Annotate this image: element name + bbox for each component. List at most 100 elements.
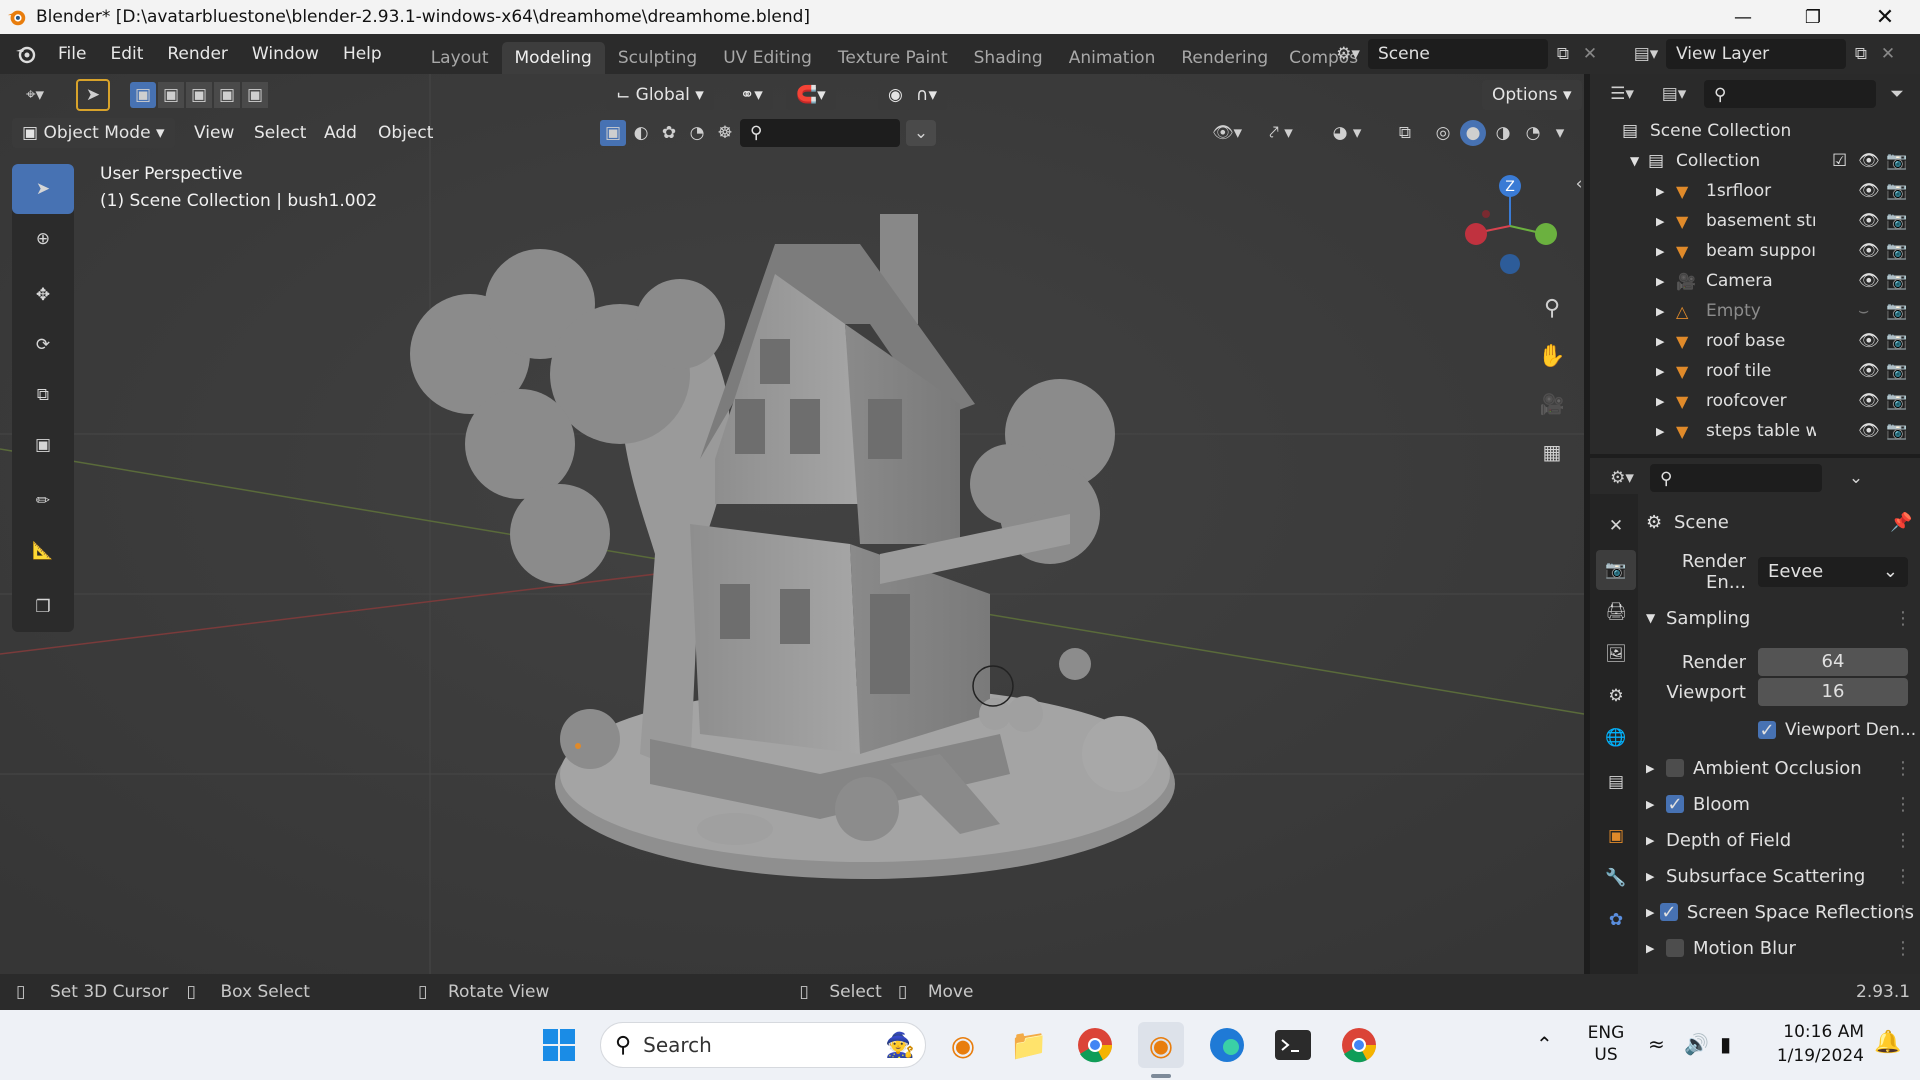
light-icon[interactable]: ☸: [712, 120, 738, 146]
mode-extend-icon[interactable]: ▣: [158, 82, 184, 108]
particles-icon[interactable]: ✿: [656, 120, 682, 146]
mode-invert-icon[interactable]: ▣: [214, 82, 240, 108]
viewport-denoise-checkbox[interactable]: ✓: [1758, 720, 1776, 741]
camera-render-icon[interactable]: 📷: [1886, 391, 1907, 411]
file-explorer-icon[interactable]: 📁: [1006, 1022, 1052, 1068]
eye-icon[interactable]: 👁: [1858, 421, 1880, 441]
chrome-profile-icon[interactable]: [1336, 1022, 1382, 1068]
transform-tool-icon[interactable]: ▣: [12, 420, 74, 470]
notification-bell-icon[interactable]: 🔔: [1874, 1030, 1901, 1055]
remove-view-layer-icon[interactable]: ✕: [1876, 44, 1900, 64]
camera-render-icon[interactable]: 📷: [1886, 151, 1907, 171]
render-panel-header[interactable]: ▶ Subsurface Scattering ⋮⋮: [1646, 860, 1920, 892]
render-panel-header[interactable]: ▶ Motion Blur ⋮⋮: [1646, 932, 1920, 964]
expand-arrow-icon[interactable]: ▶: [1656, 305, 1676, 318]
render-engine-dropdown[interactable]: Eevee ⌄: [1758, 557, 1908, 587]
gizmo-toggle-icon[interactable]: ⤤ ▾: [1256, 123, 1306, 143]
shading-options-icon[interactable]: ▾: [1550, 120, 1570, 146]
eye-icon[interactable]: 👁: [1858, 241, 1880, 261]
rendered-shading-icon[interactable]: ◔: [1520, 120, 1546, 146]
render-panel-header[interactable]: ▶ ✓ Screen Space Reflections⋮⋮: [1646, 896, 1920, 928]
render-panel-header[interactable]: ▶ Ambient Occlusion ⋮⋮: [1646, 752, 1920, 784]
clock[interactable]: 10:16 AM 1/19/2024: [1764, 1020, 1864, 1068]
tab-sculpting[interactable]: Sculpting: [605, 42, 710, 74]
transform-orientation-dropdown[interactable]: ⌙ Global ▾: [606, 80, 714, 110]
maximize-button[interactable]: ❐: [1784, 0, 1842, 34]
modifier-tab-icon[interactable]: 🔧: [1596, 858, 1636, 898]
mode-intersect-icon[interactable]: ▣: [242, 82, 268, 108]
select-box-tool-icon[interactable]: ➤: [12, 164, 74, 214]
tab-animation[interactable]: Animation: [1056, 42, 1169, 74]
world-icon[interactable]: ◔: [684, 120, 710, 146]
drag-handle-icon[interactable]: ⋮⋮: [1894, 758, 1920, 779]
filter-dropdown-icon[interactable]: ⌄: [906, 120, 936, 146]
wireframe-shading-icon[interactable]: ◎: [1430, 120, 1456, 146]
menu-add[interactable]: Add: [312, 118, 369, 148]
object-type-icon[interactable]: ▣: [600, 120, 626, 146]
particles-tab-icon[interactable]: ✿: [1596, 900, 1636, 940]
menu-object[interactable]: Object: [366, 118, 445, 148]
material-shading-icon[interactable]: ◑: [1490, 120, 1516, 146]
x-axis-icon[interactable]: [1465, 223, 1487, 245]
tab-shading[interactable]: Shading: [961, 42, 1056, 74]
menu-render[interactable]: Render: [155, 34, 240, 74]
camera-render-icon[interactable]: 📷: [1886, 211, 1907, 231]
render-samples-input[interactable]: 64: [1758, 648, 1908, 676]
show-hidden-icons-icon[interactable]: ⌃: [1536, 1032, 1553, 1056]
navigation-gizmo[interactable]: Z: [1450, 166, 1570, 286]
add-cube-tool-icon[interactable]: ❐: [12, 582, 74, 632]
scene-tab-icon[interactable]: ⚙: [1596, 676, 1636, 716]
battery-icon[interactable]: ▮: [1720, 1032, 1731, 1056]
outliner-item[interactable]: ▶ ▼ beam suppoı 👁 📷: [1590, 236, 1920, 266]
cursor-tool-icon[interactable]: ⊕: [12, 214, 74, 264]
outliner-search-input[interactable]: ⚲: [1704, 80, 1876, 108]
outliner-scene-collection[interactable]: ▤ Scene Collection: [1590, 116, 1920, 146]
view-layer-tab-icon[interactable]: 🖼: [1596, 634, 1636, 674]
volume-icon[interactable]: 🔊: [1684, 1032, 1709, 1056]
pan-hand-icon[interactable]: ✋: [1534, 338, 1570, 374]
falloff-icon[interactable]: ∩▾: [906, 80, 947, 110]
menu-select[interactable]: Select: [242, 118, 318, 148]
scale-tool-icon[interactable]: ⧉: [12, 370, 74, 420]
outliner-collection[interactable]: ▼ ▤ Collection ☑ 👁 📷: [1590, 146, 1920, 176]
output-tab-icon[interactable]: 🖨: [1596, 592, 1636, 632]
viewport-denoise-row[interactable]: ✓ Viewport Den...: [1758, 714, 1918, 746]
eye-icon[interactable]: 👁: [1858, 211, 1880, 231]
blender-menu-icon[interactable]: [14, 42, 38, 66]
view-layer-field[interactable]: View Layer: [1666, 39, 1846, 69]
eye-icon[interactable]: 👁: [1858, 181, 1880, 201]
expand-arrow-icon[interactable]: ▼: [1630, 154, 1648, 168]
mode-subtract-icon[interactable]: ▣: [186, 82, 212, 108]
outliner-item[interactable]: ▶ ▼ basement stı 👁 📷: [1590, 206, 1920, 236]
visibility-dropdown-icon[interactable]: 👁▾: [1204, 123, 1250, 143]
tab-uv-editing[interactable]: UV Editing: [710, 42, 825, 74]
camera-view-icon[interactable]: 🎥: [1534, 386, 1570, 422]
viewport-search-input[interactable]: ⚲: [740, 119, 900, 147]
panel-enable-checkbox[interactable]: ✓: [1659, 902, 1678, 923]
outliner-item[interactable]: ▶ ▼ steps table w 👁 📷: [1590, 416, 1920, 446]
collection-tab-icon[interactable]: ▤: [1596, 762, 1636, 802]
drag-handle-icon[interactable]: ⋮⋮: [1894, 794, 1920, 815]
menu-help[interactable]: Help: [331, 34, 394, 74]
menu-window[interactable]: Window: [240, 34, 331, 74]
expand-arrow-icon[interactable]: ▶: [1656, 215, 1676, 228]
object-tab-icon[interactable]: ▣: [1596, 816, 1636, 856]
outliner-item[interactable]: ▶ △ Empty ⌣ 📷: [1590, 296, 1920, 326]
panel-enable-checkbox[interactable]: [1666, 759, 1684, 777]
tab-rendering[interactable]: Rendering: [1168, 42, 1281, 74]
move-tool-icon[interactable]: ✥: [12, 270, 74, 320]
tab-texture-paint[interactable]: Texture Paint: [825, 42, 961, 74]
edge-icon[interactable]: [1204, 1022, 1250, 1068]
outliner-item[interactable]: ▶ 🎥 Camera 👁 📷: [1590, 266, 1920, 296]
drag-handle-icon[interactable]: ⋮⋮: [1894, 608, 1920, 629]
mode-set-icon[interactable]: ▣: [130, 82, 156, 108]
measure-tool-icon[interactable]: 📐: [12, 526, 74, 576]
outliner-editor-icon[interactable]: ☰▾: [1600, 80, 1644, 108]
shading-icon[interactable]: ◐: [628, 120, 654, 146]
outliner-item[interactable]: ▶ ▼ roofcover 👁 📷: [1590, 386, 1920, 416]
render-panel-header[interactable]: ▶ Depth of Field ⋮⋮: [1646, 824, 1920, 856]
render-panel-header[interactable]: ▶ ✓ Bloom ⋮⋮: [1646, 788, 1920, 820]
outliner-item[interactable]: ▶ ▼ roof base 👁 📷: [1590, 326, 1920, 356]
xray-toggle-icon[interactable]: ⧉: [1392, 123, 1418, 143]
ortho-grid-icon[interactable]: ▦: [1534, 434, 1570, 470]
